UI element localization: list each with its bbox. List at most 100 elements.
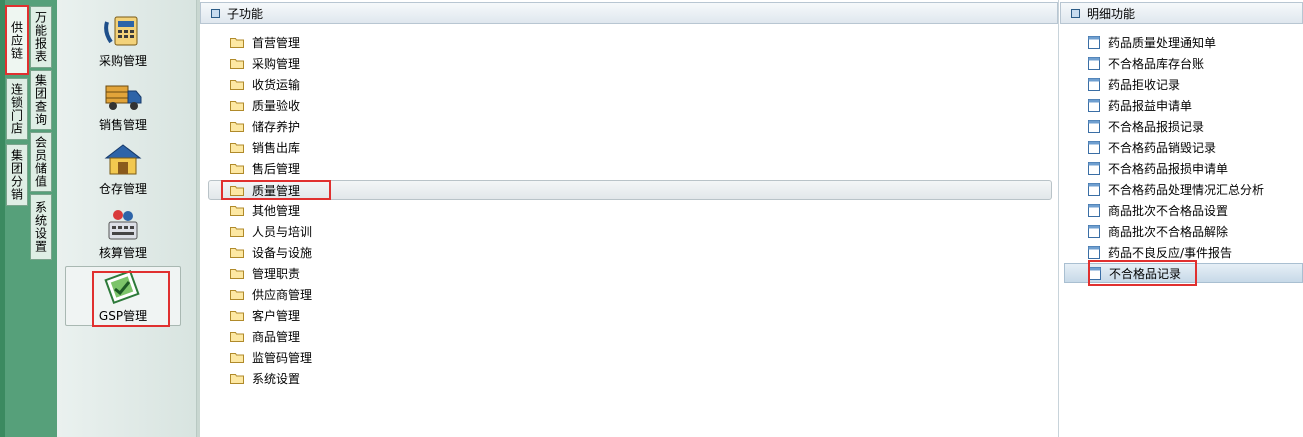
- folder-icon: [230, 310, 244, 321]
- sub-item-label: 储存养护: [252, 119, 301, 134]
- warehouse-icon: [104, 144, 142, 175]
- sub-item-label: 商品管理: [252, 329, 301, 344]
- sub-item[interactable]: 售后管理: [230, 158, 300, 178]
- detail-item[interactable]: 商品批次不合格品解除: [1088, 221, 1228, 241]
- detail-item[interactable]: 不合格药品处理情况汇总分析: [1088, 179, 1264, 199]
- sub-item[interactable]: 质量验收: [230, 95, 300, 115]
- folder-icon: [230, 100, 244, 111]
- detail-item-selected[interactable]: 不合格品记录: [1064, 260, 1303, 286]
- folder-icon: [230, 121, 244, 132]
- tab-label: 集团查询: [33, 74, 48, 126]
- sub-item[interactable]: 收货运输: [230, 74, 300, 94]
- tab-system-settings[interactable]: 系统设置: [30, 194, 52, 260]
- detail-item[interactable]: 药品拒收记录: [1088, 74, 1180, 94]
- module-sales[interactable]: 销售管理: [65, 76, 181, 136]
- sub-item[interactable]: 供应商管理: [230, 284, 312, 304]
- tab-label: 连锁门店: [9, 83, 24, 135]
- folder-icon: [230, 247, 244, 258]
- sub-functions-header: 子功能: [200, 2, 1058, 24]
- document-icon: [1088, 245, 1100, 259]
- detail-item[interactable]: 不合格品报损记录: [1088, 116, 1204, 136]
- sub-item-label: 售后管理: [252, 161, 301, 176]
- sub-item-selected[interactable]: 质量管理: [208, 180, 1052, 200]
- sub-item[interactable]: 储存养护: [230, 116, 300, 136]
- sub-item[interactable]: 监管码管理: [230, 347, 312, 367]
- delivery-truck-icon: [105, 85, 142, 110]
- sub-item-label: 销售出库: [252, 140, 301, 155]
- sub-item[interactable]: 其他管理: [230, 200, 300, 220]
- folder-icon: [230, 268, 244, 279]
- detail-item[interactable]: 不合格药品报损申请单: [1088, 158, 1228, 178]
- sub-item[interactable]: 采购管理: [230, 53, 300, 73]
- module-warehouse[interactable]: 仓存管理: [65, 140, 181, 200]
- tab-chain-stores[interactable]: 连锁门店: [6, 78, 28, 140]
- tab-label: 万能报表: [33, 11, 48, 63]
- folder-icon: [230, 37, 244, 48]
- module-label: 采购管理: [98, 54, 147, 68]
- module-accounting[interactable]: 核算管理: [65, 204, 181, 264]
- sub-item[interactable]: 商品管理: [230, 326, 300, 346]
- folder-icon: [230, 331, 244, 342]
- detail-item[interactable]: 药品质量处理通知单: [1088, 32, 1216, 52]
- detail-functions-title: 明细功能: [1087, 6, 1136, 21]
- document-icon: [1088, 224, 1100, 238]
- folder-icon: [230, 352, 244, 363]
- module-label: 仓存管理: [98, 182, 147, 196]
- sub-item-label: 收货运输: [252, 77, 301, 92]
- sub-item-label: 人员与培训: [252, 224, 313, 239]
- sub-item[interactable]: 客户管理: [230, 305, 300, 325]
- document-icon: [1088, 35, 1100, 49]
- module-panel: 采购管理 销售管理 仓存管理 核算管理 GSP管理: [57, 0, 197, 437]
- folder-icon: [230, 79, 244, 90]
- tab-group-query[interactable]: 集团查询: [30, 70, 52, 130]
- tab-universal-reports[interactable]: 万能报表: [30, 6, 52, 68]
- document-icon: [1088, 203, 1100, 217]
- detail-item-label: 药品质量处理通知单: [1108, 35, 1217, 50]
- detail-item[interactable]: 药品报益申请单: [1088, 95, 1192, 115]
- sub-item-label: 其他管理: [252, 203, 301, 218]
- module-gsp[interactable]: GSP管理: [65, 266, 181, 327]
- selection-highlight: [221, 180, 331, 200]
- folder-icon: [230, 58, 244, 69]
- header-square-icon: [1071, 8, 1080, 18]
- tab-supply-chain[interactable]: 供应链: [5, 5, 29, 75]
- tab-member-stored-value[interactable]: 会员储值: [30, 132, 52, 192]
- detail-functions-header: 明细功能: [1060, 2, 1303, 24]
- sub-item-label: 采购管理: [252, 56, 301, 71]
- document-icon: [1088, 140, 1100, 154]
- tab-label: 会员储值: [33, 136, 48, 188]
- detail-item-label: 药品报益申请单: [1108, 98, 1193, 113]
- detail-item[interactable]: 不合格药品销毁记录: [1088, 137, 1216, 157]
- detail-item[interactable]: 不合格品库存台账: [1088, 53, 1204, 73]
- sub-item[interactable]: 设备与设施: [230, 242, 312, 262]
- sub-item-label: 监管码管理: [252, 350, 313, 365]
- detail-item-label: 不合格品库存台账: [1108, 56, 1205, 71]
- document-icon: [1088, 98, 1100, 112]
- module-purchase[interactable]: 采购管理: [65, 12, 181, 72]
- selection-highlight: [1088, 260, 1197, 286]
- detail-item[interactable]: 商品批次不合格品设置: [1088, 200, 1228, 220]
- tab-group-distribution[interactable]: 集团分销: [6, 144, 28, 206]
- tab-label: 系统设置: [33, 201, 48, 253]
- folder-icon: [230, 163, 244, 174]
- detail-item-label: 药品不良反应/事件报告: [1108, 245, 1233, 260]
- header-square-icon: [211, 8, 220, 18]
- document-icon: [1088, 56, 1100, 70]
- sub-item-label: 客户管理: [252, 308, 301, 323]
- sub-item-label: 质量验收: [252, 98, 301, 113]
- sub-functions-title: 子功能: [227, 6, 264, 21]
- folder-icon: [230, 142, 244, 153]
- detail-item-label: 药品拒收记录: [1108, 77, 1181, 92]
- sub-item[interactable]: 系统设置: [230, 368, 300, 388]
- detail-item-label: 不合格药品处理情况汇总分析: [1108, 182, 1265, 197]
- sub-item[interactable]: 首营管理: [230, 32, 300, 52]
- purchase-icon: [104, 16, 138, 46]
- sub-item-label: 首营管理: [252, 35, 301, 50]
- detail-item[interactable]: 药品不良反应/事件报告: [1088, 242, 1232, 262]
- sub-item[interactable]: 销售出库: [230, 137, 300, 157]
- tab-label: 集团分销: [9, 149, 24, 201]
- sub-item[interactable]: 管理职责: [230, 263, 300, 283]
- panel-splitter[interactable]: [197, 0, 200, 437]
- folder-icon: [230, 289, 244, 300]
- sub-item[interactable]: 人员与培训: [230, 221, 312, 241]
